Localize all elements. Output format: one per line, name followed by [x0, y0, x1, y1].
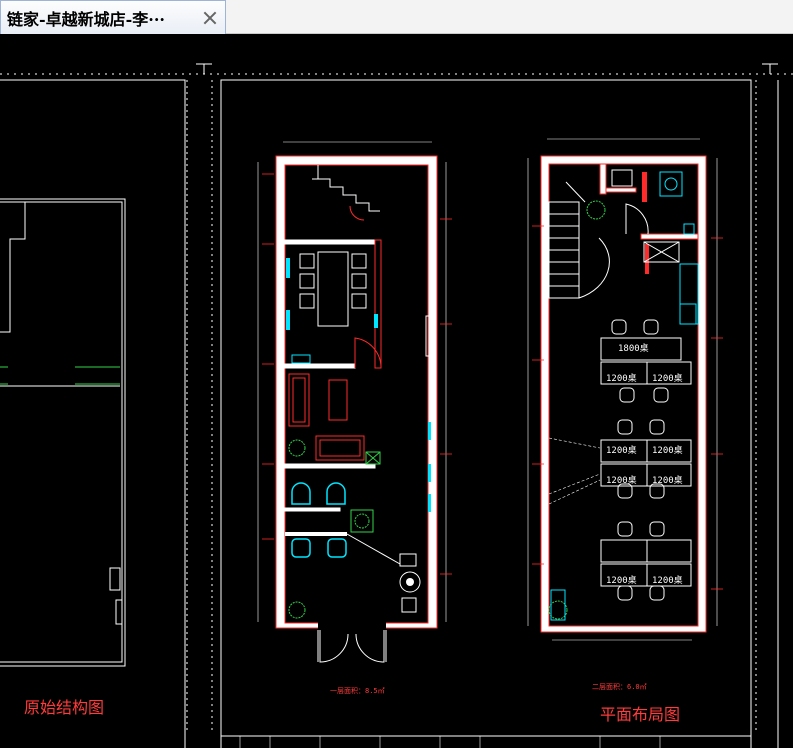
- desk-label: 1200桌: [652, 374, 683, 384]
- document-tab[interactable]: 链家-卓越新城店-李···: [0, 0, 226, 34]
- desk-label: 1200桌: [606, 374, 637, 384]
- desk-label: 1800桌: [618, 344, 649, 354]
- second-floor-area-label: 二层面积：6.0㎡: [592, 683, 647, 691]
- original-structure-openings: [0, 366, 120, 385]
- desk-label: 1200桌: [606, 446, 637, 456]
- tab-bar: 链家-卓越新城店-李···: [0, 0, 793, 34]
- desk-label: 1200桌: [652, 476, 683, 486]
- desk-label: 1200桌: [606, 576, 637, 586]
- close-icon[interactable]: [201, 9, 219, 27]
- desk-label: 1200桌: [652, 576, 683, 586]
- desk-label: 1200桌: [652, 446, 683, 456]
- cad-drawing-canvas[interactable]: 1800桌 1200桌 1200桌 1200桌 1200桌 1200桌 1200…: [0, 34, 793, 748]
- ground-floor-plan: [257, 141, 452, 663]
- cad-drawing: [0, 63, 793, 748]
- tab-title: 链家-卓越新城店-李···: [7, 9, 165, 29]
- floor-layout-title: 平面布局图: [600, 705, 681, 724]
- second-floor-plan: [527, 138, 723, 641]
- original-structure-plan: [0, 198, 126, 667]
- title-block: [239, 736, 661, 748]
- original-structure-title: 原始结构图: [24, 698, 105, 717]
- ground-floor-area-label: 一层面积：8.5㎡: [330, 687, 385, 695]
- desk-label: 1200桌: [606, 476, 637, 486]
